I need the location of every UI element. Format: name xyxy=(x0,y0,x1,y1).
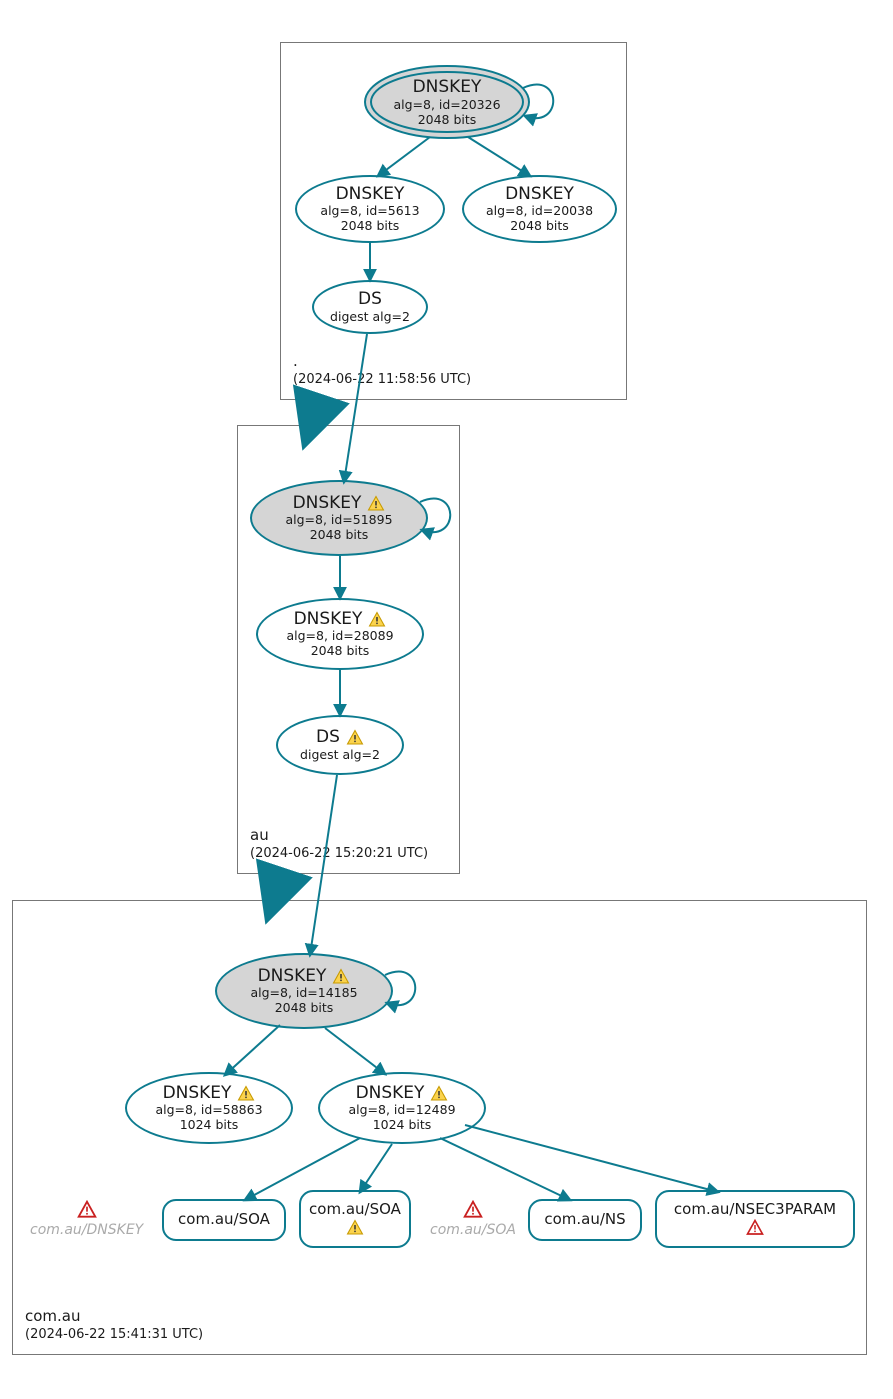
node-title: DNSKEY xyxy=(505,185,574,205)
node-bits: 2048 bits xyxy=(510,219,569,233)
node-digest: digest alg=2 xyxy=(330,310,410,324)
node-bits: 1024 bits xyxy=(180,1118,239,1132)
rrset-soa-2: com.au/SOA xyxy=(299,1190,411,1248)
node-title: DNSKEY xyxy=(336,185,405,205)
node-title: DNSKEY xyxy=(294,610,363,630)
zone-label-root: . (2024-06-22 11:58:56 UTC) xyxy=(293,351,471,389)
zone-name: au xyxy=(250,825,428,845)
node-bits: 2048 bits xyxy=(341,219,400,233)
error-icon xyxy=(77,1200,97,1220)
node-title: DNSKEY xyxy=(356,1084,425,1104)
root-zsk2-dnskey-node: DNSKEY alg=8, id=20038 2048 bits xyxy=(462,175,617,243)
au-zsk-dnskey-node: DNSKEY alg=8, id=28089 2048 bits xyxy=(256,598,424,670)
node-title: DNSKEY xyxy=(258,967,327,987)
zone-label-comau: com.au (2024-06-22 15:41:31 UTC) xyxy=(25,1306,203,1344)
node-title: DS xyxy=(358,290,382,310)
root-zsk1-dnskey-node: DNSKEY alg=8, id=5613 2048 bits xyxy=(295,175,445,243)
warning-icon xyxy=(430,1085,448,1103)
comau-zsk1-dnskey-node: DNSKEY alg=8, id=58863 1024 bits xyxy=(125,1072,293,1144)
root-ds-node: DS digest alg=2 xyxy=(312,280,428,334)
node-bits: 1024 bits xyxy=(373,1118,432,1132)
zone-label-au: au (2024-06-22 15:20:21 UTC) xyxy=(250,825,428,863)
node-alg-id: alg=8, id=12489 xyxy=(348,1103,455,1117)
rrset-soa-1: com.au/SOA xyxy=(162,1199,286,1241)
node-alg-id: alg=8, id=20326 xyxy=(393,97,500,112)
ghost-label: com.au/SOA xyxy=(430,1222,516,1238)
au-ds-node: DS digest alg=2 xyxy=(276,715,404,775)
node-alg-id: alg=8, id=28089 xyxy=(286,629,393,643)
rrset-ns: com.au/NS xyxy=(528,1199,642,1241)
node-title: DNSKEY xyxy=(293,494,362,514)
zone-name: com.au xyxy=(25,1306,203,1326)
node-alg-id: alg=8, id=20038 xyxy=(486,204,593,218)
rrset-label: com.au/SOA xyxy=(178,1211,270,1228)
rrset-nsec3param: com.au/NSEC3PARAM xyxy=(655,1190,855,1248)
node-bits: 2048 bits xyxy=(418,112,477,127)
warning-icon xyxy=(367,495,385,513)
node-bits: 2048 bits xyxy=(275,1001,334,1015)
au-ksk-dnskey-node: DNSKEY alg=8, id=51895 2048 bits xyxy=(250,480,428,556)
warning-icon xyxy=(346,729,364,747)
node-alg-id: alg=8, id=5613 xyxy=(320,204,419,218)
rrset-label: com.au/SOA xyxy=(309,1201,401,1218)
error-icon xyxy=(746,1219,764,1237)
warning-icon xyxy=(346,1219,364,1237)
zone-timestamp: (2024-06-22 11:58:56 UTC) xyxy=(293,371,471,389)
error-icon xyxy=(463,1200,483,1220)
ghost-comau-dnskey: com.au/DNSKEY xyxy=(30,1200,143,1238)
zone-timestamp: (2024-06-22 15:41:31 UTC) xyxy=(25,1326,203,1344)
warning-icon xyxy=(237,1085,255,1103)
warning-icon xyxy=(368,611,386,629)
root-ksk-dnskey-node: DNSKEY alg=8, id=20326 2048 bits xyxy=(363,64,531,140)
warning-icon xyxy=(332,968,350,986)
node-title: DNSKEY xyxy=(413,77,482,97)
node-bits: 2048 bits xyxy=(311,644,370,658)
ghost-label: com.au/DNSKEY xyxy=(30,1222,143,1238)
node-digest: digest alg=2 xyxy=(300,748,380,762)
ghost-comau-soa: com.au/SOA xyxy=(430,1200,516,1238)
node-alg-id: alg=8, id=58863 xyxy=(155,1103,262,1117)
zone-name: . xyxy=(293,351,471,371)
node-alg-id: alg=8, id=51895 xyxy=(285,513,392,527)
zone-timestamp: (2024-06-22 15:20:21 UTC) xyxy=(250,845,428,863)
node-alg-id: alg=8, id=14185 xyxy=(250,986,357,1000)
node-title: DNSKEY xyxy=(163,1084,232,1104)
rrset-label: com.au/NSEC3PARAM xyxy=(674,1201,836,1218)
rrset-label: com.au/NS xyxy=(544,1211,625,1228)
comau-zsk2-dnskey-node: DNSKEY alg=8, id=12489 1024 bits xyxy=(318,1072,486,1144)
node-bits: 2048 bits xyxy=(310,528,369,542)
node-title: DS xyxy=(316,728,340,748)
comau-ksk-dnskey-node: DNSKEY alg=8, id=14185 2048 bits xyxy=(215,953,393,1029)
